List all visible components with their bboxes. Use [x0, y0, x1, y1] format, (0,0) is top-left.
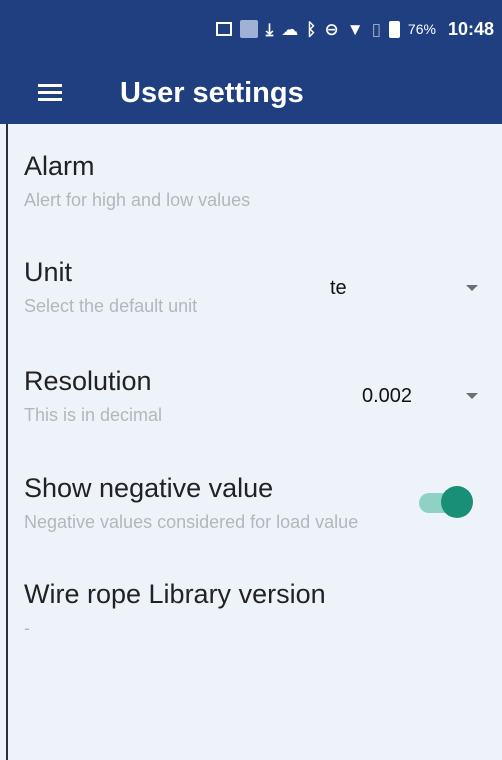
screen-edge [6, 124, 8, 760]
resolution-dropdown-value: 0.002 [362, 385, 413, 407]
image-icon [215, 22, 232, 36]
toggle-thumb [441, 486, 473, 518]
do-not-disturb-icon: ⊖ [324, 19, 339, 39]
resolution-dropdown[interactable]: 0.002 [362, 384, 490, 408]
battery-percentage: 76% [407, 21, 436, 37]
show-negative-toggle[interactable] [415, 485, 473, 519]
bluetooth-icon: ᛒ [306, 19, 317, 39]
app-icon [239, 20, 258, 38]
setting-alarm[interactable]: Alarm Alert for high and low values [24, 150, 484, 212]
setting-title: Wire rope Library version [24, 579, 326, 609]
status-bar: ⤓ ☁ ᛒ ⊖ ▼ ▯ 76% 10:48 [0, 0, 502, 62]
chevron-down-icon [466, 393, 478, 399]
battery-icon [388, 20, 400, 38]
no-sim-icon: ▯ [371, 19, 381, 39]
clock: 10:48 [447, 18, 494, 39]
download-icon: ⤓ [265, 19, 274, 39]
page-title: User settings [120, 77, 304, 109]
setting-subtitle: - [24, 618, 30, 638]
unit-dropdown[interactable]: te [330, 276, 490, 300]
cloud-icon: ☁ [281, 19, 299, 39]
chevron-down-icon [466, 285, 478, 291]
menu-icon[interactable] [38, 80, 64, 106]
status-icons: ⤓ ☁ ᛒ ⊖ ▼ ▯ 76% 10:48 [215, 14, 494, 44]
setting-title: Alarm [24, 151, 95, 181]
setting-library-version: Wire rope Library version - [24, 578, 484, 640]
unit-dropdown-value: te [330, 277, 347, 299]
setting-subtitle: Alert for high and low values [24, 190, 251, 210]
app-bar: User settings [0, 62, 502, 124]
vpn-icon: ▼ [346, 19, 364, 39]
